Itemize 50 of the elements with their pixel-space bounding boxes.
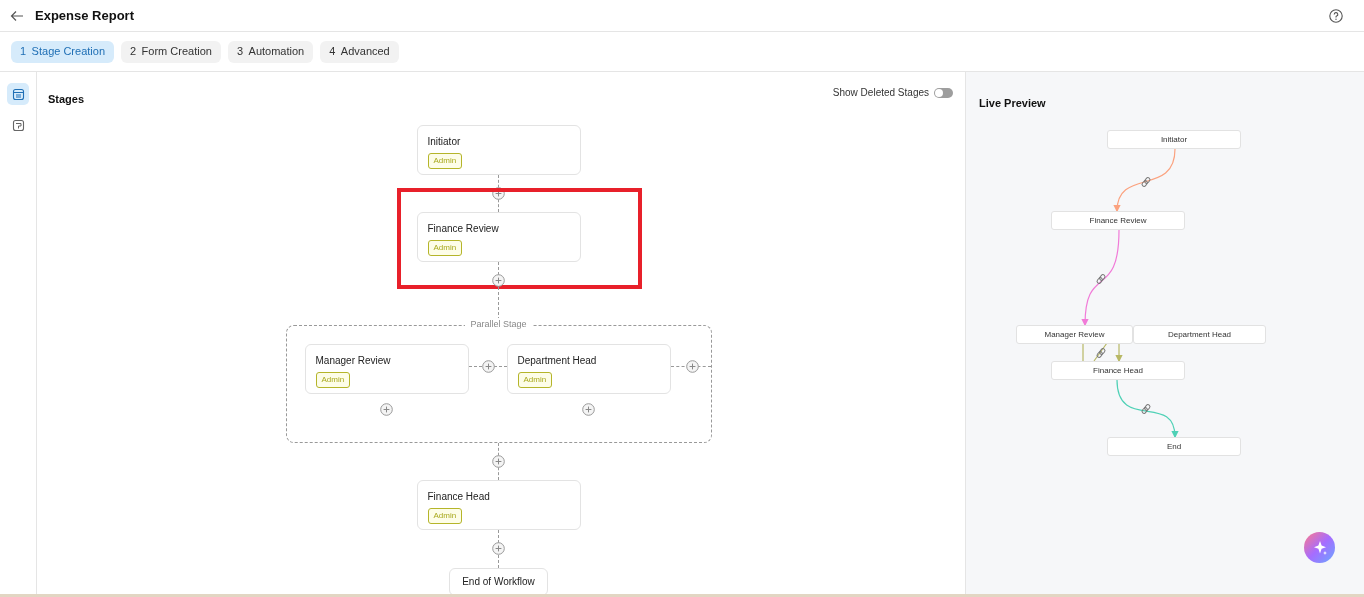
role-tag: Admin [427,507,463,524]
role-tag: Admin [427,152,463,169]
preview-node: Finance Review [1051,211,1185,230]
preview-node: Department Head [1133,325,1266,344]
back-arrow-icon[interactable] [10,8,24,23]
panel-title: Live Preview [979,97,1046,109]
link-icon [1140,403,1152,415]
link-icon [1095,273,1107,285]
list-icon [11,87,25,101]
stage-name: Department Head [517,353,597,367]
document-icon [11,118,25,132]
preview-node: Manager Review [1016,325,1133,344]
role-tag: Admin [517,371,553,388]
step-tab[interactable]: 4 Advanced [320,40,399,63]
add-stage-icon[interactable] [685,359,699,373]
add-stage-icon[interactable] [492,541,505,555]
step-tab[interactable]: 2 Form Creation [121,40,221,63]
stage-name: Initiator [427,134,461,148]
stage-card[interactable]: Initiator Admin [416,124,581,175]
help-icon[interactable] [1329,8,1343,23]
stage-card[interactable]: Finance Review Admin [416,211,581,262]
stage-name: Manager Review [315,353,391,367]
preview-node: Initiator [1107,130,1241,149]
step-tab[interactable]: 3 Automation [227,40,314,63]
parallel-stage-label: Parallel Stage [464,317,533,330]
stage-card[interactable]: Department Head Admin [506,343,671,394]
step-tab[interactable]: 1 Stage Creation [11,40,114,63]
toggle-label: Show Deleted Stages [832,86,929,100]
add-stage-icon[interactable] [492,454,505,468]
role-tag: Admin [315,371,351,388]
stage-card[interactable]: Manager Review Admin [304,343,469,394]
show-deleted-toggle[interactable] [934,87,953,98]
add-stage-icon[interactable] [492,273,505,287]
assistant-button[interactable] [1304,532,1335,563]
add-stage-icon[interactable] [481,359,495,373]
link-icon [1095,347,1107,359]
preview-node: End [1107,437,1241,456]
preview-node: Finance Head [1051,361,1185,380]
add-stage-icon[interactable] [582,402,595,416]
add-stage-icon[interactable] [492,186,505,200]
stage-card[interactable]: Finance Head Admin [416,479,581,530]
page-title: Expense Report [35,6,134,25]
panel-title: Stages [48,92,85,107]
role-tag: Admin [427,239,463,256]
end-node: End of Workflow [449,567,548,594]
link-icon [1140,176,1152,188]
stage-name: Finance Head [427,489,490,503]
form-view-button[interactable] [7,83,29,105]
stage-name: Finance Review [427,221,499,235]
add-stage-icon[interactable] [380,402,393,416]
